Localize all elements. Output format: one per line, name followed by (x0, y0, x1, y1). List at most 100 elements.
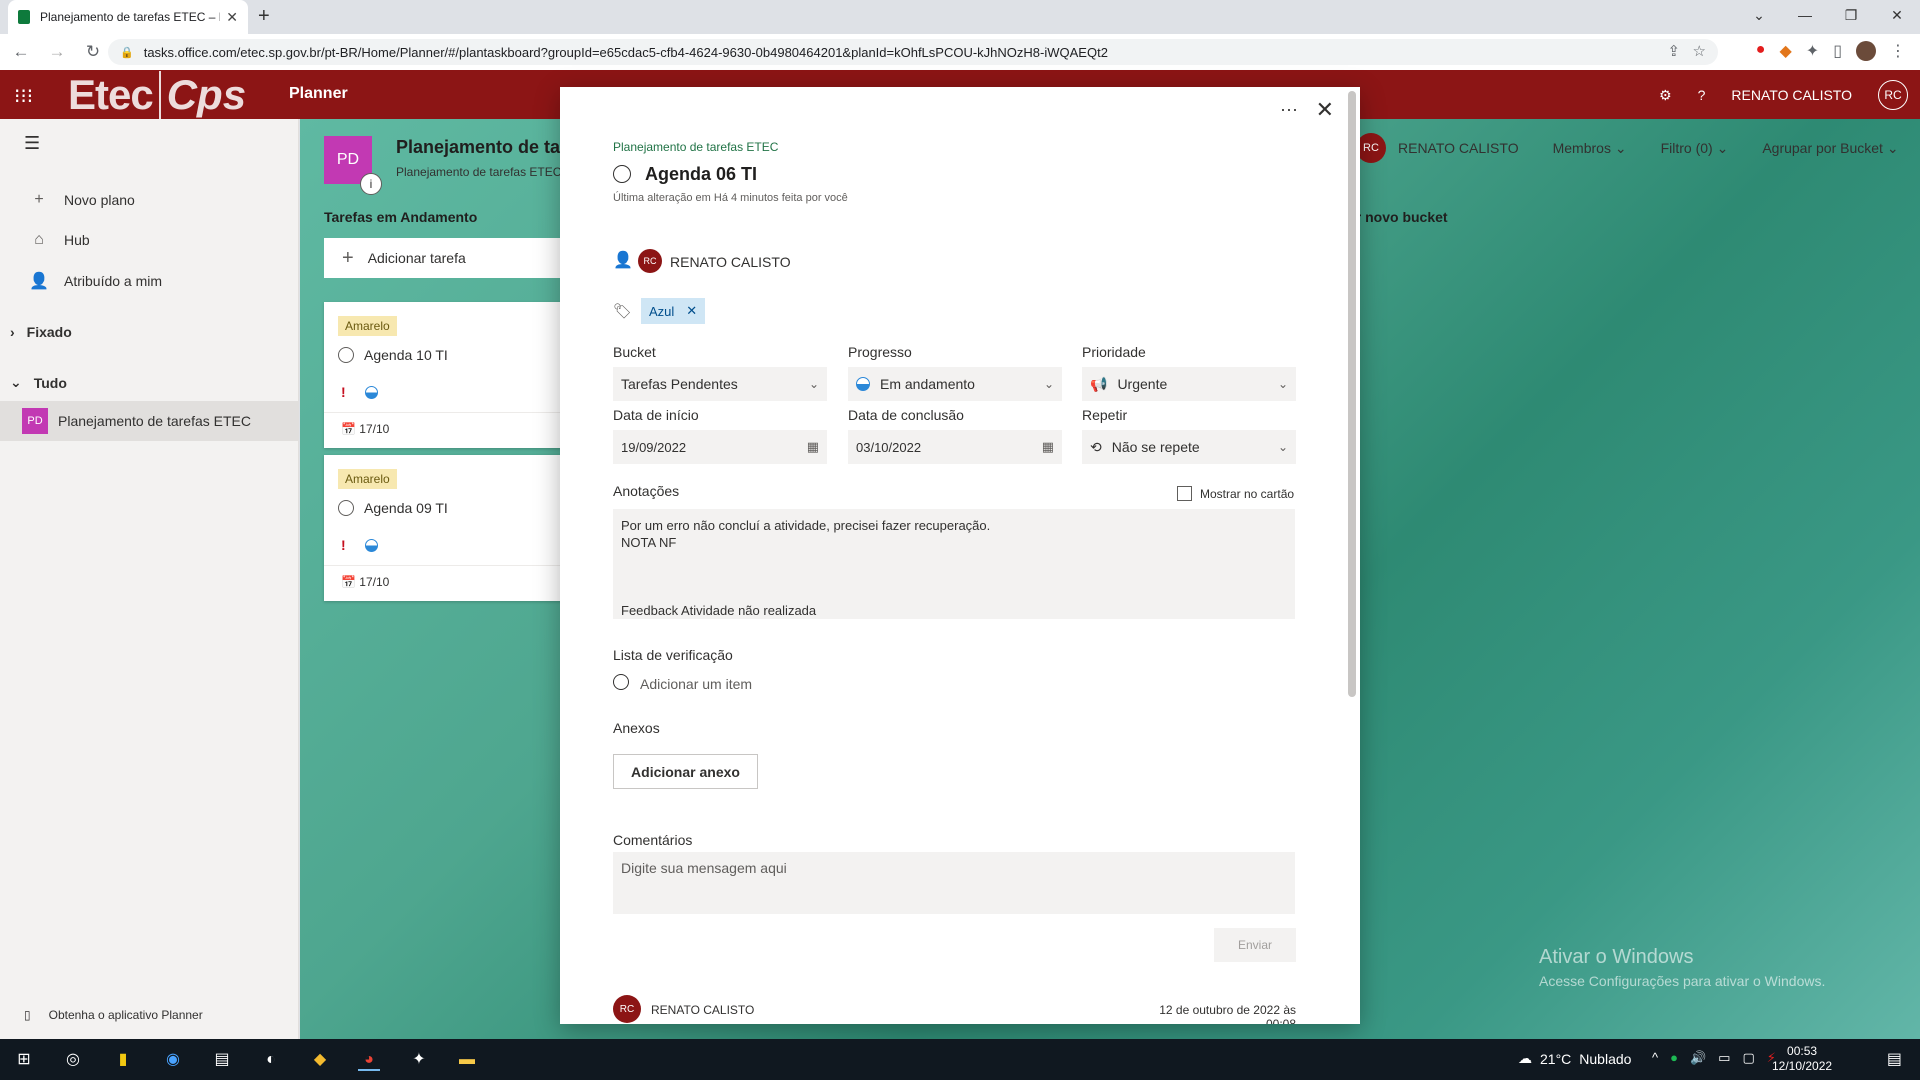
browser-tab[interactable]: Planejamento de tarefas ETEC – P ✕ (8, 0, 248, 34)
tab-search-icon[interactable]: ⌄ (1736, 0, 1782, 30)
due-date-field[interactable]: 03/10/2022 ▦ (848, 430, 1062, 464)
restore-icon[interactable]: ❐ (1828, 0, 1874, 30)
send-button[interactable]: Enviar (1214, 928, 1296, 962)
metamask-extension-icon[interactable]: ◆ (1779, 41, 1791, 61)
weather-widget[interactable]: ☁ 21°C Nublado (1518, 1050, 1631, 1067)
bucket-select[interactable]: Tarefas Pendentes ⌄ (613, 367, 827, 401)
calendar-icon[interactable]: ▦ (1042, 439, 1054, 455)
start-date-label: Data de início (613, 407, 699, 423)
search-icon[interactable]: ◎ (62, 1049, 84, 1071)
tab-close-icon[interactable]: ✕ (226, 9, 238, 26)
complete-checkbox[interactable] (338, 347, 354, 363)
add-new-bucket[interactable]: ar novo bucket (1348, 209, 1448, 225)
dialog-scrollbar[interactable] (1348, 91, 1356, 697)
progress-select[interactable]: Em andamento ⌄ (848, 367, 1062, 401)
assign-person-icon[interactable]: 👤 (613, 250, 633, 270)
notes-line: Feedback Atividade não realizada (621, 603, 817, 618)
sidebar-item-new-plan[interactable]: + Novo plano (24, 191, 135, 209)
puzzle-icon[interactable]: ✦ (1806, 41, 1819, 61)
binance-icon[interactable]: ◆ (309, 1049, 331, 1071)
header-user-name[interactable]: RENATO CALISTO (1731, 87, 1852, 103)
app-icon[interactable]: ✦ (408, 1049, 430, 1071)
etec-cps-logo: Etec Cps (68, 70, 246, 119)
network-icon[interactable]: ▢ (1742, 1050, 1754, 1066)
header-avatar[interactable]: RC (1878, 80, 1908, 110)
group-by-dropdown[interactable]: Agrupar por Bucket ⌄ (1762, 140, 1898, 157)
sidebar-item-plan[interactable]: PD Planejamento de tarefas ETEC (0, 401, 299, 441)
app-icon[interactable]: ▮ (112, 1049, 134, 1071)
assignee-avatar[interactable]: RC (638, 249, 662, 273)
filter-dropdown[interactable]: Filtro (0) ⌄ (1661, 140, 1729, 157)
file-explorer-icon[interactable]: ▬ (456, 1049, 478, 1071)
priority-select[interactable]: 📢 Urgente ⌄ (1082, 367, 1296, 401)
app-icon[interactable]: ◉ (162, 1049, 184, 1071)
back-icon[interactable]: ← (6, 42, 36, 62)
sidebar-item-assigned-to-me[interactable]: 👤 Atribuído a mim (24, 271, 162, 291)
add-task-button[interactable]: + Adicionar tarefa (324, 238, 584, 278)
remove-tag-icon[interactable]: ✕ (686, 303, 697, 319)
more-options-icon[interactable]: ··· (1280, 99, 1298, 120)
minimize-icon[interactable]: — (1782, 0, 1828, 30)
assignee-name: RENATO CALISTO (670, 254, 791, 270)
pinned-label: Fixado (26, 324, 72, 340)
in-progress-icon (856, 377, 870, 391)
plan-breadcrumb[interactable]: Planejamento de tarefas ETEC (613, 140, 778, 154)
spotify-icon[interactable]: ● (1670, 1050, 1678, 1066)
all-section[interactable]: ⌄ Tudo (10, 374, 67, 391)
hamburger-menu-icon[interactable]: ☰ (24, 133, 40, 154)
window-close-icon[interactable]: ✕ (1874, 0, 1920, 30)
kebab-menu-icon[interactable]: ⋮ (1890, 41, 1906, 61)
volume-icon[interactable]: 🔊 (1690, 1050, 1706, 1066)
add-checklist-item-input[interactable]: Adicionar um item (640, 676, 752, 692)
task-card[interactable]: Amarelo Agenda 10 TI ! 📅 17/10 (324, 302, 584, 448)
sidebar-item-hub[interactable]: ⌂ Hub (24, 231, 90, 249)
chrome-icon[interactable]: ◕ (358, 1049, 380, 1071)
repeat-select[interactable]: ⟲ Não se repete ⌄ (1082, 430, 1296, 464)
app-icon[interactable]: ◐ (260, 1049, 282, 1071)
notes-textarea[interactable]: Por um erro não concluí a atividade, pre… (613, 509, 1295, 619)
start-date-field[interactable]: 19/09/2022 ▦ (613, 430, 827, 464)
complete-task-checkbox[interactable] (613, 165, 631, 183)
add-attachment-button[interactable]: Adicionar anexo (613, 754, 758, 789)
calendar-icon[interactable]: ▦ (807, 439, 819, 455)
checkbox-box[interactable] (1177, 486, 1192, 501)
new-tab-button[interactable]: + (258, 5, 270, 28)
windows-start-icon[interactable]: ⊞ (13, 1049, 35, 1071)
complete-checkbox[interactable] (338, 500, 354, 516)
system-clock[interactable]: 00:53 12/10/2022 (1772, 1044, 1832, 1074)
app-icon[interactable]: ▤ (211, 1049, 233, 1071)
reload-icon[interactable]: ↻ (78, 42, 108, 62)
url-field[interactable]: 🔒 tasks.office.com/etec.sp.gov.br/pt-BR/… (108, 39, 1718, 65)
plan-title: Planejamento de tare (396, 137, 578, 157)
bookmark-star-icon[interactable]: ⇪ ☆ (1667, 42, 1706, 60)
notifications-icon[interactable]: ▤ (1887, 1049, 1902, 1069)
progress-label: Progresso (848, 344, 912, 360)
member-name[interactable]: RENATO CALISTO (1398, 140, 1519, 156)
bucket-name[interactable]: Tarefas em Andamento (324, 209, 477, 225)
sidepanel-icon[interactable]: ▯ (1833, 41, 1842, 61)
get-app-link[interactable]: ▯ Obtenha o aplicativo Planner (24, 1008, 203, 1022)
app-launcher-icon[interactable]: ⁝⁝⁝ (14, 84, 33, 109)
pinned-section[interactable]: › Fixado (10, 324, 72, 340)
chevron-up-icon[interactable]: ^ (1652, 1050, 1658, 1066)
members-dropdown[interactable]: Membros ⌄ (1553, 140, 1627, 157)
task-card[interactable]: Amarelo Agenda 09 TI ! 📅 17/10 (324, 455, 584, 601)
help-icon[interactable]: ? (1698, 87, 1706, 103)
opera-extension-icon[interactable]: ● (1756, 41, 1766, 61)
person-icon: 👤 (29, 273, 49, 290)
app-tray-icon[interactable]: ▭ (1718, 1050, 1730, 1066)
tag-icon[interactable]: 🏷 (613, 302, 632, 320)
close-icon[interactable]: ✕ (1316, 97, 1334, 123)
info-icon[interactable]: i (360, 173, 382, 195)
show-on-card-checkbox[interactable]: Mostrar no cartão (1177, 486, 1294, 501)
time: 00:53 (1787, 1044, 1818, 1058)
member-avatar[interactable]: RC (1356, 133, 1386, 163)
task-title[interactable]: Agenda 06 TI (645, 164, 757, 185)
comment-input[interactable]: Digite sua mensagem aqui (613, 852, 1295, 914)
forward-icon[interactable]: → (42, 42, 72, 62)
lock-icon[interactable]: 🔒 (120, 46, 134, 59)
plan-name: Planejamento de tarefas ETEC (58, 413, 251, 429)
app-name[interactable]: Planner (289, 85, 348, 103)
profile-avatar[interactable] (1856, 41, 1876, 61)
settings-gear-icon[interactable]: ⚙ (1659, 87, 1672, 104)
